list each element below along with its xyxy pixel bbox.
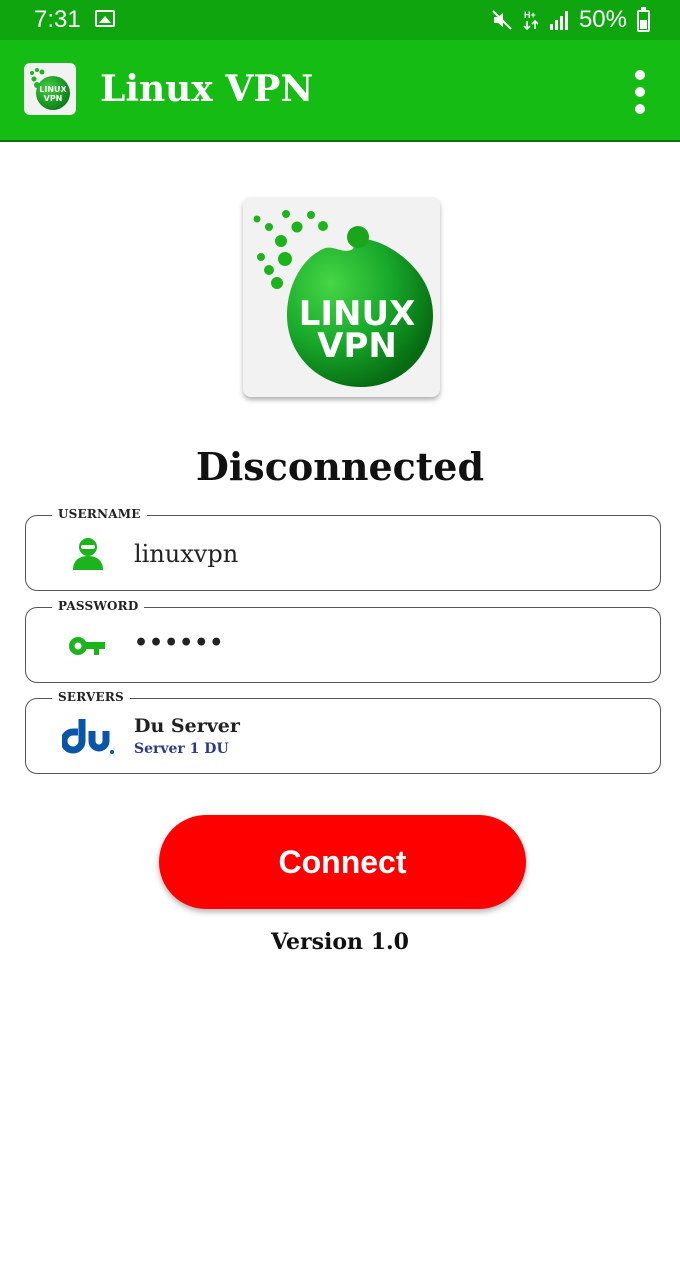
key-icon [69, 637, 105, 655]
username-input[interactable]: linuxvpn [134, 540, 238, 568]
server-selector[interactable]: SERVERS Du Server Server 1 DU [25, 690, 661, 774]
app-bar: LINUX VPN Linux VPN [0, 40, 680, 142]
version-label: Version 1.0 [271, 929, 409, 955]
username-label: USERNAME [52, 507, 147, 521]
data-transfer-icon: H+ [523, 10, 539, 31]
connect-button[interactable]: Connect [159, 815, 526, 909]
svg-text:VPN: VPN [44, 94, 63, 103]
app-title: Linux VPN [100, 68, 314, 110]
overflow-menu-icon[interactable] [628, 70, 652, 114]
du-logo-icon [62, 719, 114, 754]
server-name: Du Server [134, 715, 240, 737]
gallery-notification-icon [95, 10, 115, 27]
svg-text:H+: H+ [524, 10, 536, 20]
app-logo-icon: LINUX VPN [24, 63, 76, 115]
app-logo: LINUX VPN [243, 197, 440, 397]
battery-percent: 50% [578, 6, 627, 33]
status-icons: H+ 50% [491, 6, 650, 34]
status-time: 7:31 [34, 6, 81, 33]
servers-label: SERVERS [52, 690, 130, 704]
user-icon [73, 538, 103, 570]
server-subtitle: Server 1 DU [134, 741, 229, 757]
status-bar: 7:31 H+ 50% [0, 0, 680, 40]
username-field[interactable]: USERNAME linuxvpn [25, 507, 661, 591]
svg-text:LINUX: LINUX [39, 85, 67, 94]
signal-icon [549, 11, 568, 30]
battery-icon [637, 7, 650, 32]
connection-status: Disconnected [195, 444, 485, 489]
password-input[interactable]: •••••• [134, 630, 224, 656]
password-label: PASSWORD [52, 599, 145, 613]
password-field[interactable]: PASSWORD •••••• [25, 599, 661, 683]
mute-icon [492, 10, 512, 30]
svg-text:VPN: VPN [317, 326, 397, 366]
